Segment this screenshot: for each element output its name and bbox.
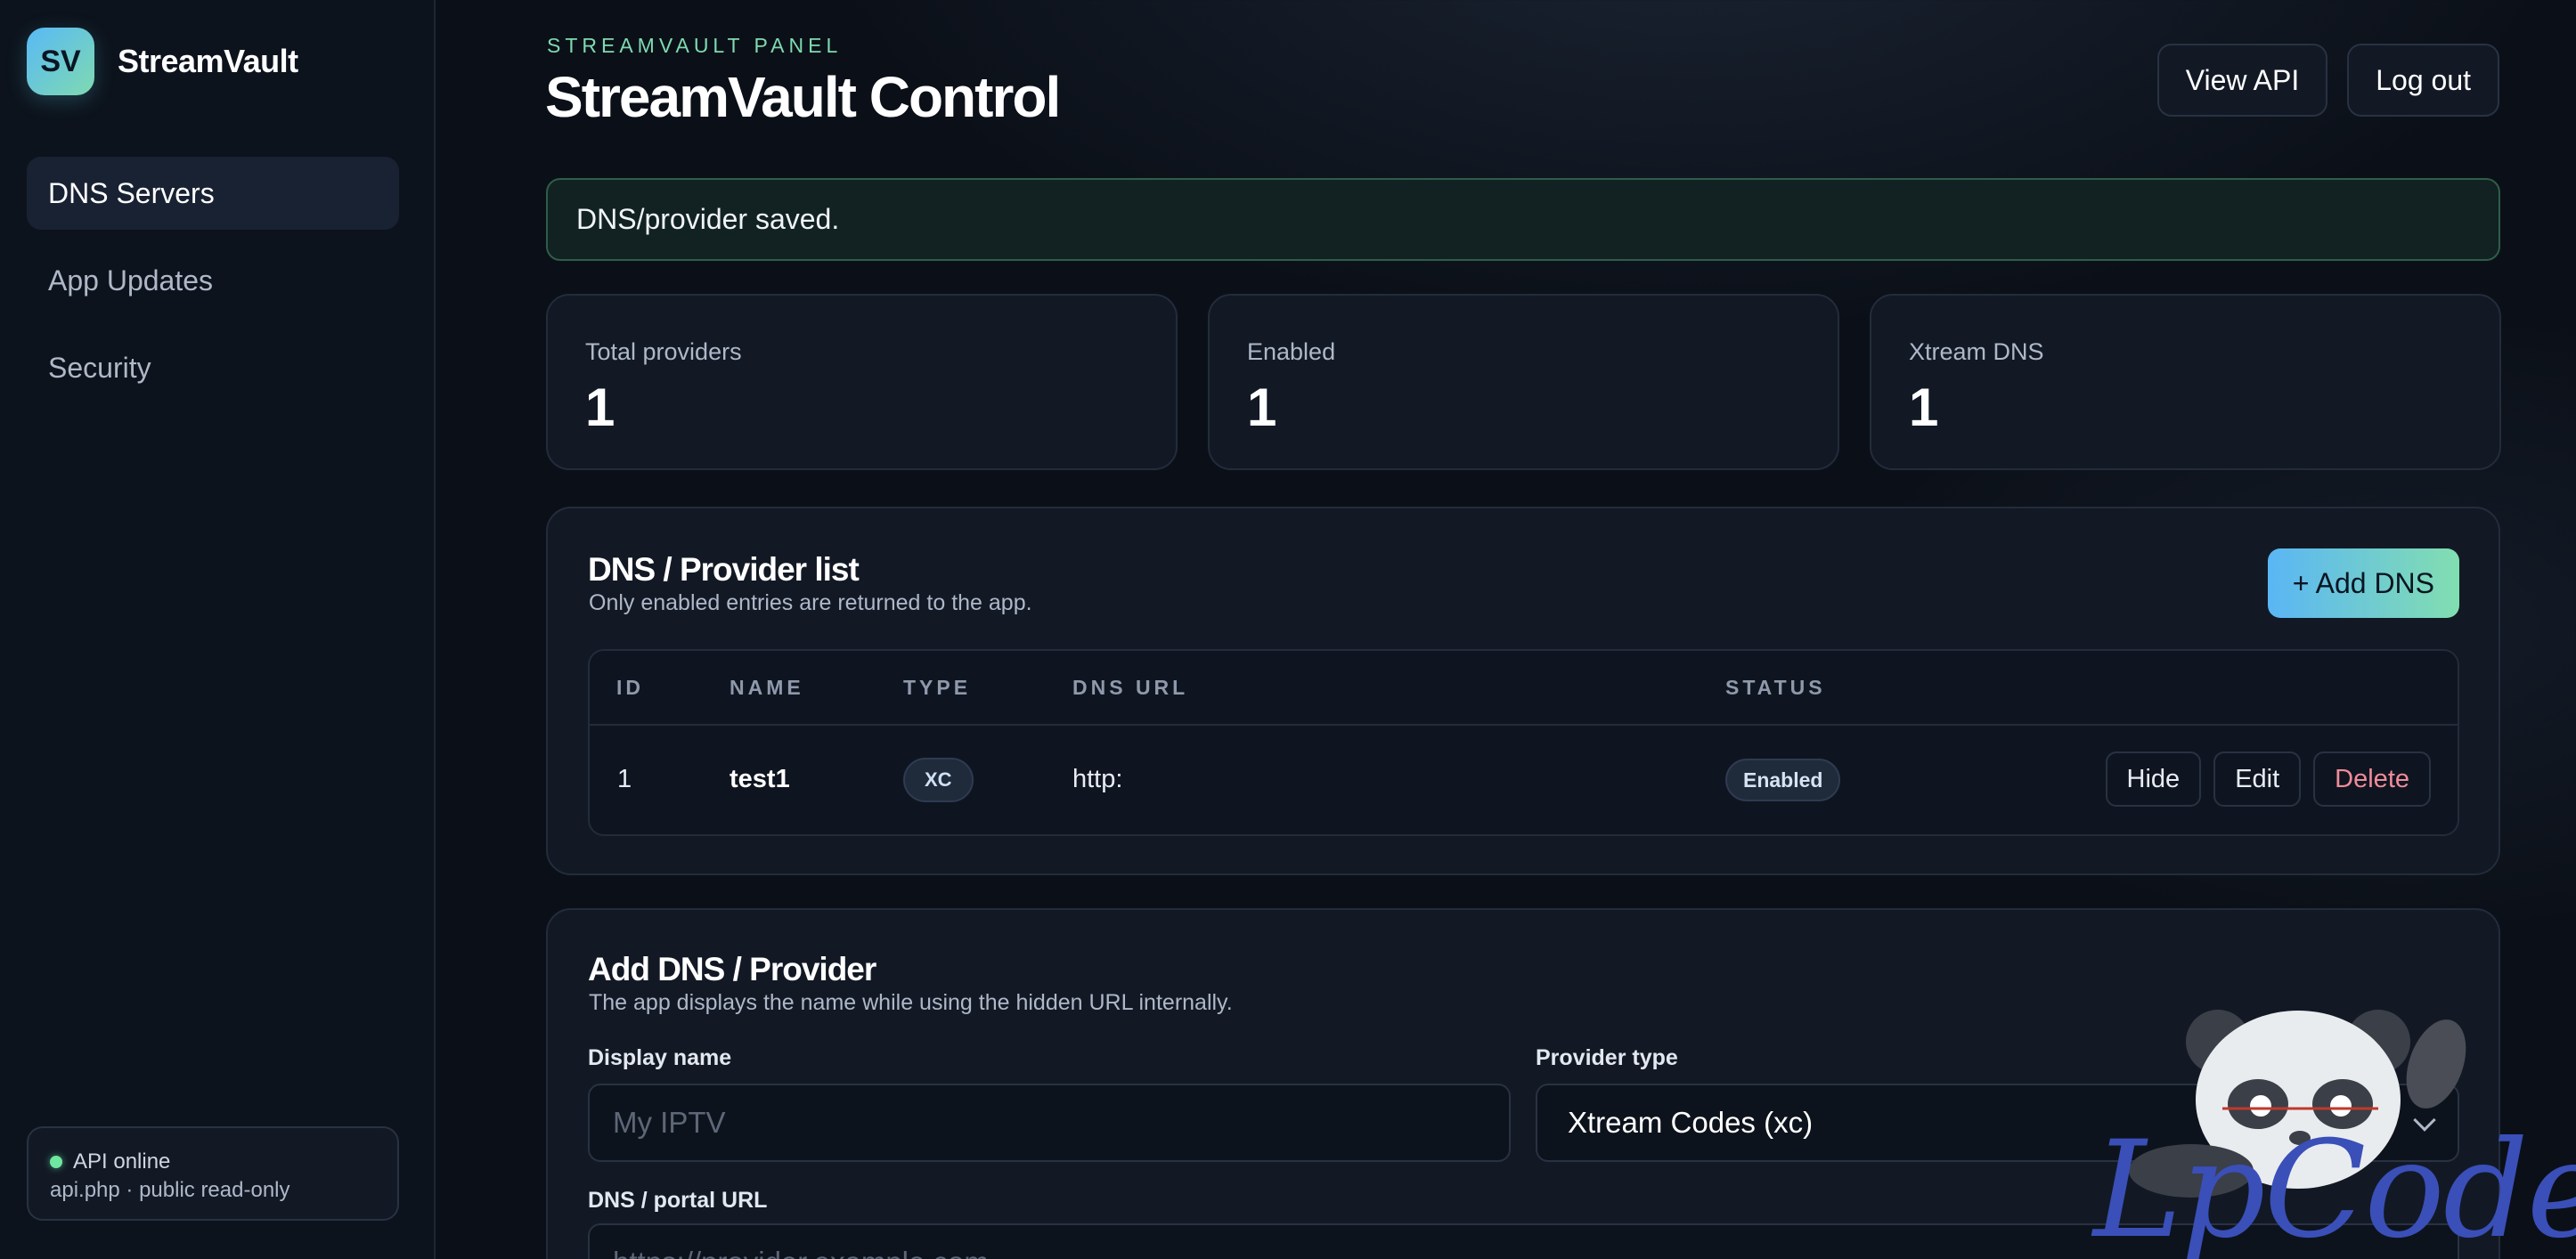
provider-list-subtitle: Only enabled entries are returned to the… xyxy=(589,590,1032,615)
stat-label: Total providers xyxy=(585,338,742,365)
stat-card-total-providers: Total providers 1 xyxy=(546,294,1178,470)
display-name-input[interactable]: My IPTV xyxy=(588,1084,1511,1162)
column-header-id: ID xyxy=(616,676,644,699)
stat-value: 1 xyxy=(1909,378,1939,437)
add-provider-title: Add DNS / Provider xyxy=(588,951,876,987)
page-title: StreamVault Control xyxy=(545,65,1061,129)
brand-logo: SV xyxy=(27,28,94,95)
table-row: 1 test1 XC http: Enabled Hide Edit Delet… xyxy=(590,726,2458,834)
cell-id: 1 xyxy=(617,765,632,793)
header-actions: View API Log out xyxy=(2156,44,2499,117)
add-provider-subtitle: The app displays the name while using th… xyxy=(589,990,1233,1015)
brand[interactable]: SV StreamVault xyxy=(27,28,298,95)
cell-dns-url: http: xyxy=(1072,765,1123,793)
stat-label: Xtream DNS xyxy=(1909,338,2044,365)
api-status-detail: api.php · public read-only xyxy=(50,1178,290,1202)
api-status-title: API online xyxy=(73,1149,171,1174)
table-header: ID NAME TYPE DNS URL STATUS xyxy=(590,651,2458,726)
provider-type-value: Xtream Codes (xc) xyxy=(1568,1106,1814,1139)
hide-button[interactable]: Hide xyxy=(2105,751,2202,807)
provider-list-title: DNS / Provider list xyxy=(588,551,860,588)
stat-card-xtream-dns: Xtream DNS 1 xyxy=(1870,294,2501,470)
status-dot-icon xyxy=(50,1156,62,1168)
cell-name: test1 xyxy=(730,765,790,793)
dns-url-label: DNS / portal URL xyxy=(588,1188,768,1213)
api-status-panel: API online api.php · public read-only xyxy=(27,1126,399,1221)
stat-value: 1 xyxy=(1247,378,1277,437)
view-api-button[interactable]: View API xyxy=(2156,44,2328,117)
stat-label: Enabled xyxy=(1247,338,1336,365)
display-name-label: Display name xyxy=(588,1045,732,1070)
provider-table: ID NAME TYPE DNS URL STATUS 1 test1 XC h… xyxy=(588,649,2459,836)
add-dns-button[interactable]: + Add DNS xyxy=(2267,548,2459,618)
sidebar-nav: DNS Servers App Updates Security xyxy=(27,157,399,418)
page-eyebrow: STREAMVAULT PANEL xyxy=(547,34,843,57)
type-badge: XC xyxy=(903,758,974,802)
brand-name: StreamVault xyxy=(118,43,298,79)
status-badge: Enabled xyxy=(1725,759,1841,801)
column-header-status: STATUS xyxy=(1725,676,1826,699)
sidebar-item-dns-servers[interactable]: DNS Servers xyxy=(27,157,399,230)
delete-button[interactable]: Delete xyxy=(2313,751,2431,807)
row-actions: Hide Edit Delete xyxy=(2105,751,2431,807)
sidebar: SV StreamVault DNS Servers App Updates S… xyxy=(0,0,436,1259)
column-header-name: NAME xyxy=(730,676,804,699)
sidebar-item-security[interactable]: Security xyxy=(27,331,399,404)
stats-row: Total providers 1 Enabled 1 Xtream DNS 1 xyxy=(546,294,2501,470)
watermark-text: LpCodes xyxy=(2093,1113,2576,1259)
sidebar-item-app-updates[interactable]: App Updates xyxy=(27,244,399,317)
success-alert: DNS/provider saved. xyxy=(546,178,2500,261)
logout-button[interactable]: Log out xyxy=(2347,44,2499,117)
stat-card-enabled: Enabled 1 xyxy=(1208,294,1839,470)
column-header-dns-url: DNS URL xyxy=(1072,676,1189,699)
provider-type-label: Provider type xyxy=(1536,1045,1678,1070)
edit-button[interactable]: Edit xyxy=(2213,751,2302,807)
stat-value: 1 xyxy=(585,378,615,437)
provider-list-card: DNS / Provider list Only enabled entries… xyxy=(546,507,2500,875)
column-header-type: TYPE xyxy=(903,676,972,699)
